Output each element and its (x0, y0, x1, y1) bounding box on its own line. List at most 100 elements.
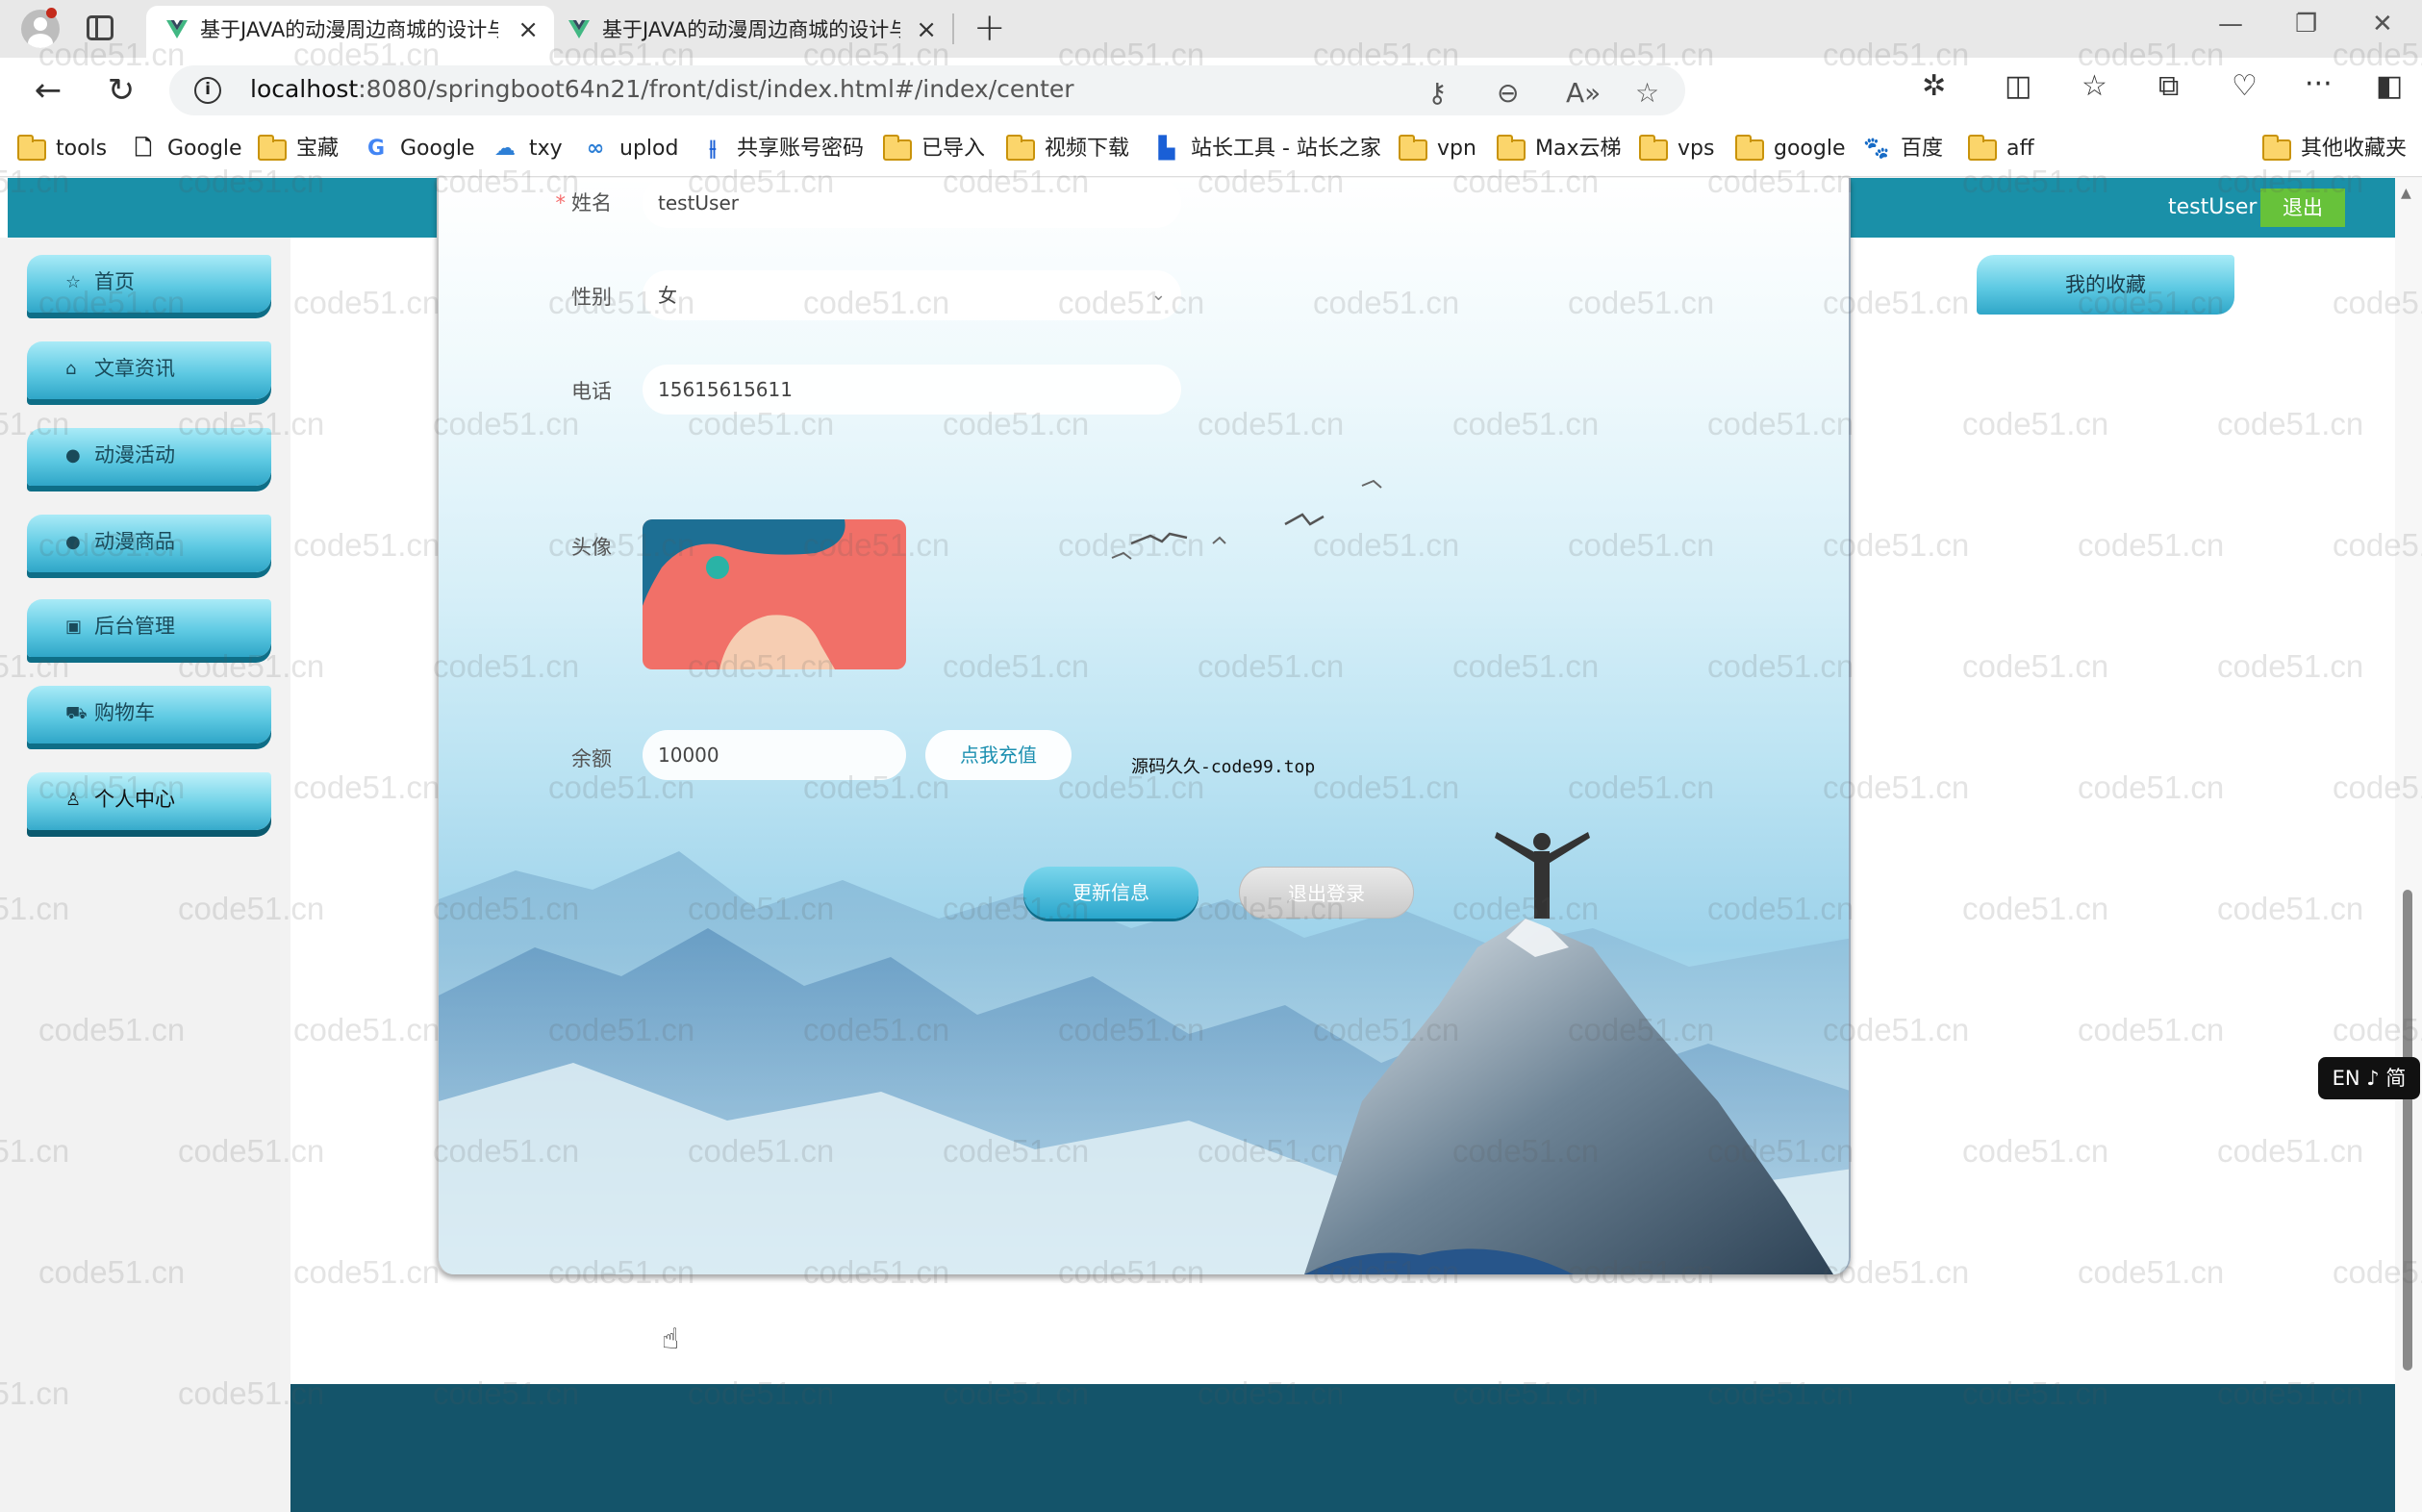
folder-icon (1399, 135, 1427, 161)
bookmark-item[interactable]: 🐾 百度 (1862, 135, 1943, 164)
sidebar-item-products[interactable]: ● 动漫商品 (27, 515, 271, 572)
refresh-icon[interactable]: ↻ (100, 69, 142, 112)
folder-icon (1639, 135, 1668, 161)
bookmark-item[interactable]: 宝藏 (258, 135, 339, 164)
logout-button[interactable]: 退出登录 (1239, 867, 1414, 919)
phone-input[interactable]: 15615615611 (643, 365, 1181, 415)
more-menu-icon[interactable]: ··· (2305, 67, 2333, 101)
sidebar-item-home[interactable]: ☆ 首页 (27, 255, 271, 313)
name-input[interactable]: testUser (643, 178, 1181, 228)
url-bar[interactable]: i localhost:8080/springboot64n21/front/d… (169, 65, 1685, 115)
header-logout-button[interactable]: 退出 (2260, 189, 2345, 227)
bookmark-item[interactable]: tools (17, 135, 107, 164)
avatar-image[interactable] (643, 519, 906, 669)
bookmark-item[interactable]: vpn (1399, 135, 1476, 164)
phone-label: 电话 (571, 380, 612, 403)
page-icon: 🗋 (135, 137, 152, 161)
folder-icon (1006, 135, 1035, 161)
bookmark-item[interactable]: G Google (362, 135, 475, 164)
sidebar-item-profile[interactable]: ♙ 个人中心 (27, 772, 271, 830)
restore-icon[interactable]: ❐ (2295, 10, 2317, 38)
update-info-button[interactable]: 更新信息 (1023, 867, 1198, 919)
cart-icon: ⛟ (65, 703, 88, 723)
chevron-down-icon: ⌄ (1150, 285, 1166, 305)
sidebar-item-admin[interactable]: ▣ 后台管理 (27, 599, 271, 657)
page-footer (290, 1384, 2395, 1512)
bookmark-item[interactable]: ▙ 站长工具 - 站长之家 (1152, 135, 1381, 164)
folder-icon (2262, 135, 2291, 161)
extensions-icon[interactable]: ✲ (1922, 69, 1946, 103)
tab-actions-icon[interactable] (87, 15, 114, 40)
close-tab-icon[interactable]: × (517, 6, 539, 54)
scroll-thumb[interactable] (2403, 890, 2412, 1371)
gender-select[interactable]: 女 ⌄ (643, 270, 1181, 320)
close-tab-icon[interactable]: × (916, 6, 937, 54)
home-icon: ⌂ (65, 359, 77, 379)
new-tab-icon[interactable]: + (973, 6, 1006, 50)
site-info-icon[interactable]: i (194, 77, 221, 104)
vue-logo-icon (166, 20, 188, 38)
tab-separator (952, 13, 954, 44)
bookmark-item[interactable]: 🗋 Google (129, 135, 241, 164)
minimize-icon[interactable]: — (2218, 10, 2243, 38)
back-arrow-icon[interactable]: ← (27, 69, 69, 112)
browser-tab-2[interactable]: 基于JAVA的动漫周边商城的设计与实现 × (548, 6, 952, 58)
read-aloud-icon[interactable]: A» (1566, 77, 1601, 109)
gender-value: 女 (658, 284, 677, 307)
balance-label: 余额 (571, 747, 612, 770)
scroll-up-icon[interactable]: ▲ (2401, 186, 2411, 201)
my-favorites-button[interactable]: 我的收藏 (1977, 255, 2234, 315)
google-icon: G (366, 137, 386, 161)
sidebar-toggle-icon[interactable]: ◧ (2376, 69, 2403, 103)
user-icon: ♙ (65, 790, 82, 810)
bookmark-item[interactable]: 视频下载 (1006, 135, 1129, 164)
folder-icon (883, 135, 912, 161)
vue-logo-icon (568, 20, 590, 38)
other-bookmarks[interactable]: 其他收藏夹 (2262, 135, 2407, 164)
cloud-icon: ☁ (494, 137, 516, 161)
sidebar-item-label: 个人中心 (94, 788, 175, 811)
page-scrollbar[interactable]: ▲ (2395, 178, 2422, 1512)
header-username: testUser (2168, 195, 2258, 219)
sidebar-item-label: 购物车 (94, 701, 155, 724)
bookmark-item[interactable]: ∞ uplod (581, 135, 679, 164)
site-icon: ▙ (1158, 137, 1175, 161)
recharge-button[interactable]: 点我充值 (925, 730, 1072, 780)
bookmark-item[interactable]: Max云梯 (1497, 135, 1621, 164)
bookmarks-bar: tools 🗋 Google 宝藏 G Google ☁ txy ∞ uplod ⫲ 共享… (0, 123, 2422, 177)
web-page: 基于JAVA的动漫周边商城的设计与实现 testUser 退出 ☆ 首页 ⌂ 文… (0, 178, 2422, 1512)
window-close-icon[interactable]: ✕ (2372, 10, 2393, 38)
browser-tab-bar: 基于JAVA的动漫周边商城的设计与实现 × 基于JAVA的动漫周边商城的设计与实… (0, 0, 2422, 58)
profile-form-card: * 姓名 testUser 性别 女 ⌄ 电话 15615615611 头像 余额… (437, 178, 1851, 1274)
upload-icon: ∞ (586, 137, 605, 161)
browser-tab-1[interactable]: 基于JAVA的动漫周边商城的设计与实现 × (146, 6, 554, 58)
password-key-icon[interactable]: ⚷ (1427, 77, 1448, 109)
sidebar-item-label: 文章资讯 (94, 357, 175, 380)
sidebar-item-activities[interactable]: ● 动漫活动 (27, 428, 271, 486)
bookmark-item[interactable]: ☁ txy (491, 135, 563, 164)
zoom-out-icon[interactable]: ⊖ (1497, 77, 1519, 109)
url-text[interactable]: localhost:8080/springboot64n21/front/dis… (250, 75, 1074, 103)
bookmark-item[interactable]: google (1735, 135, 1846, 164)
sidebar-item-articles[interactable]: ⌂ 文章资讯 (27, 341, 271, 399)
sidebar-item-label: 动漫活动 (94, 443, 175, 466)
sidebar-item-cart[interactable]: ⛟ 购物车 (27, 686, 271, 743)
collections-icon[interactable]: ⧉ (2158, 69, 2179, 103)
sidebar: ☆ 首页 ⌂ 文章资讯 ● 动漫活动 ● 动漫商品 ▣ 后台管理 ⛟ 购物车 ♙… (0, 238, 290, 1512)
sidebar-item-label: 后台管理 (94, 615, 175, 638)
bookmark-item[interactable]: vps (1639, 135, 1714, 164)
bookmark-item[interactable]: 已导入 (883, 135, 985, 164)
browser-essentials-icon[interactable]: ♡ (2232, 69, 2258, 103)
balance-input[interactable]: 10000 (643, 730, 906, 780)
folder-icon (17, 135, 46, 161)
address-bar-row: ← ↻ i localhost:8080/springboot64n21/fro… (0, 58, 2422, 123)
bookmark-item[interactable]: ⫲ 共享账号密码 (698, 135, 864, 164)
source-note: 源码久久-code99.top (1131, 757, 1316, 777)
favorite-star-icon[interactable]: ☆ (1635, 77, 1659, 109)
ime-indicator[interactable]: EN ♪ 简 (2318, 1057, 2420, 1099)
favorites-list-icon[interactable]: ☆ (2081, 69, 2107, 103)
profile-notification-dot (46, 8, 57, 18)
gender-label: 性别 (571, 286, 612, 309)
split-screen-icon[interactable]: ◫ (2005, 69, 2031, 103)
bookmark-item[interactable]: aff (1968, 135, 2034, 164)
